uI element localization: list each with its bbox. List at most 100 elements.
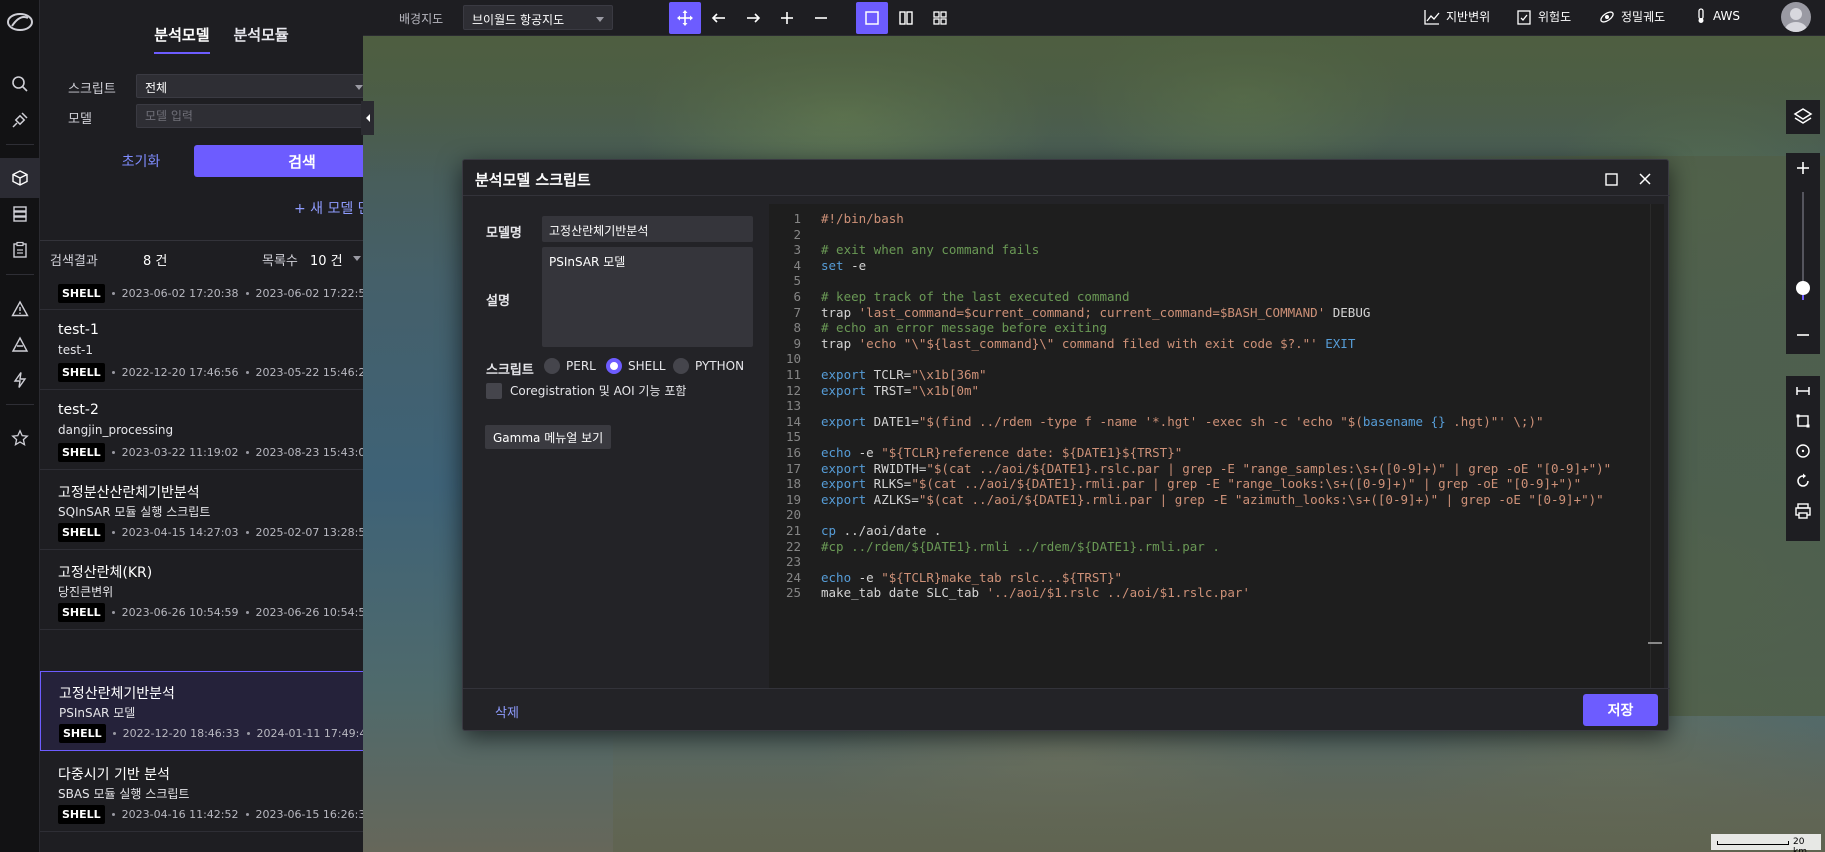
updated-date: 2023-05-22 15:46:22 (255, 366, 373, 379)
quad-view-button[interactable] (924, 2, 956, 34)
layers-button[interactable] (1786, 100, 1820, 134)
zoom-in-button[interactable] (1786, 153, 1820, 183)
list-item[interactable]: 고정분산산란체기반분석 SQInSAR 모듈 실행 스크립트 SHELL 202… (40, 470, 403, 550)
measure-area-button[interactable] (1786, 406, 1820, 436)
separator-dot (112, 732, 116, 735)
reset-button[interactable]: 초기화 (106, 148, 176, 174)
script-filter-select[interactable]: 전체 (136, 74, 372, 98)
aws-button[interactable]: AWS (1695, 8, 1740, 24)
code-token: #!/bin/bash (821, 211, 904, 226)
chevron-down-icon[interactable] (353, 256, 361, 261)
tab-analysis-module[interactable]: 분석모듈 (234, 24, 289, 54)
star-icon[interactable] (0, 418, 40, 458)
arrow-right-icon (747, 13, 761, 23)
code-token: "$(cat ../aoi/${DATE1}.rmli.par | grep -… (911, 476, 1582, 492)
code-token: trap (821, 335, 859, 351)
ground-displacement-label: 지반변위 (1446, 10, 1491, 24)
code-token: # keep track of the last executed comman… (821, 289, 1130, 304)
reset-view-button[interactable] (1786, 466, 1820, 496)
script-type-badge: SHELL (58, 284, 105, 303)
move-icon (677, 10, 693, 26)
zoom-in-tool-button[interactable] (771, 2, 803, 34)
model-name-field[interactable]: 고정산란체기반분석 (542, 216, 753, 242)
basemap-select[interactable]: 브이월드 항공지도 (463, 5, 613, 30)
page-size-select[interactable]: 10 건 (310, 250, 343, 269)
list-item[interactable]: SHELL 2023-06-02 17:20:38 2023-06-02 17:… (40, 272, 403, 310)
measure-distance-button[interactable] (1786, 376, 1820, 406)
forward-button[interactable] (737, 2, 769, 34)
ground-displacement-button[interactable]: 지반변위 (1424, 8, 1490, 25)
radio-shell[interactable]: SHELL (606, 358, 666, 374)
results-header: 검색결과 8 건 목록수 10 건 X (40, 242, 403, 272)
clipboard-icon[interactable] (0, 230, 40, 270)
code-token: RLKS= (866, 476, 912, 492)
delete-button[interactable]: 삭제 (495, 702, 519, 721)
code-token: export (821, 367, 867, 382)
item-description: dangjin_processing (58, 423, 174, 437)
clipboard-check-icon (1517, 9, 1531, 25)
pan-tool-button[interactable] (669, 2, 701, 34)
avatar[interactable] (1781, 2, 1811, 32)
back-button[interactable] (703, 2, 735, 34)
database-icon[interactable] (0, 194, 40, 234)
description-field[interactable] (542, 247, 753, 347)
zoom-slider-handle[interactable] (1796, 281, 1810, 295)
tab-analysis-model[interactable]: 분석모델 (154, 24, 210, 54)
gamma-manual-button[interactable]: Gamma 메뉴얼 보기 (485, 425, 612, 449)
coregistration-checkbox[interactable]: Coregistration 및 AOI 기능 포함 (486, 382, 686, 399)
code-token: echo (821, 569, 852, 585)
zoom-out-tool-button[interactable] (805, 2, 837, 34)
maximize-icon (1604, 172, 1618, 186)
measure-tools (1786, 376, 1820, 541)
code-token: 'last_command=$current_command; current_… (858, 304, 1326, 320)
code-token: export (821, 413, 867, 429)
item-title: 고정분산산란체기반분석 (58, 485, 200, 501)
modal-title: 분석모델 스크립트 (475, 171, 591, 189)
scale-label: 20 km (1793, 837, 1807, 852)
landslide-icon[interactable] (0, 324, 40, 364)
code-token: DATE1= (866, 413, 919, 429)
chevron-down-icon (596, 17, 604, 22)
close-button[interactable] (1635, 169, 1655, 189)
list-item[interactable]: test-2 dangjin_processing SHELL 2023-03-… (40, 390, 403, 470)
code-scrollbar[interactable] (1650, 204, 1660, 688)
precise-orbit-button[interactable]: 정밀궤도 (1599, 8, 1665, 25)
split-view-button[interactable] (890, 2, 922, 34)
zoom-out-button[interactable] (1786, 320, 1820, 350)
radio-python[interactable]: PYTHON (673, 358, 744, 374)
model-filter-input[interactable] (136, 104, 372, 128)
maximize-button[interactable] (1601, 169, 1621, 189)
save-button[interactable]: 저장 (1583, 694, 1658, 726)
updated-date: 2023-08-23 15:43:07 (255, 446, 373, 459)
single-view-button[interactable] (856, 2, 888, 34)
panel-collapse-button[interactable] (361, 101, 374, 135)
list-item[interactable]: 고정산란체(KR) 당진큰변위 SHELL 2023-06-26 10:54:5… (40, 550, 403, 630)
created-date: 2023-06-02 17:20:38 (121, 287, 239, 300)
separator-dot (245, 531, 249, 534)
measure-radius-button[interactable] (1786, 436, 1820, 466)
search-icon[interactable] (0, 64, 40, 104)
list-item[interactable]: 다중시기 기반 분석 SBAS 모듈 실행 스크립트 SHELL 2023-04… (40, 752, 403, 832)
item-meta: SHELL 2023-04-16 11:42:52 2023-06-15 16:… (58, 805, 372, 824)
print-button[interactable] (1786, 496, 1820, 526)
code-token: export (821, 476, 867, 492)
warning-icon[interactable] (0, 289, 40, 329)
code-token: "${TCLR}make_tab rslc...${TRST}" (881, 569, 1123, 585)
code-token: -e (851, 569, 882, 585)
list-item[interactable]: test-1 test-1 SHELL 2022-12-20 17:46:56 … (40, 310, 403, 390)
arrow-left-icon (711, 13, 725, 23)
code-token: export (821, 382, 867, 398)
risk-button[interactable]: 위험도 (1516, 8, 1571, 25)
item-description: SBAS 모듈 실행 스크립트 (58, 787, 190, 801)
script-type-label: 스크립트 (486, 363, 534, 378)
separator-dot (245, 813, 249, 816)
radio-perl[interactable]: PERL (544, 358, 596, 374)
cube-icon[interactable] (0, 158, 40, 198)
satellite-icon[interactable] (0, 100, 40, 140)
code-token: "\x1b[36m" (911, 367, 987, 382)
lightning-icon[interactable] (0, 360, 40, 400)
list-item-selected[interactable]: 고정산란체기반분석 PSInSAR 모델 SHELL 2022-12-20 18… (40, 671, 403, 751)
code-token: "$(find ../rdem -type f -name '*.hgt' -e… (918, 413, 1363, 429)
code-editor[interactable]: 1 #!/bin/bash 2 3 # exit when any command fa… (769, 204, 1664, 688)
code-token: .hgt)"' \;)" (1445, 413, 1544, 429)
